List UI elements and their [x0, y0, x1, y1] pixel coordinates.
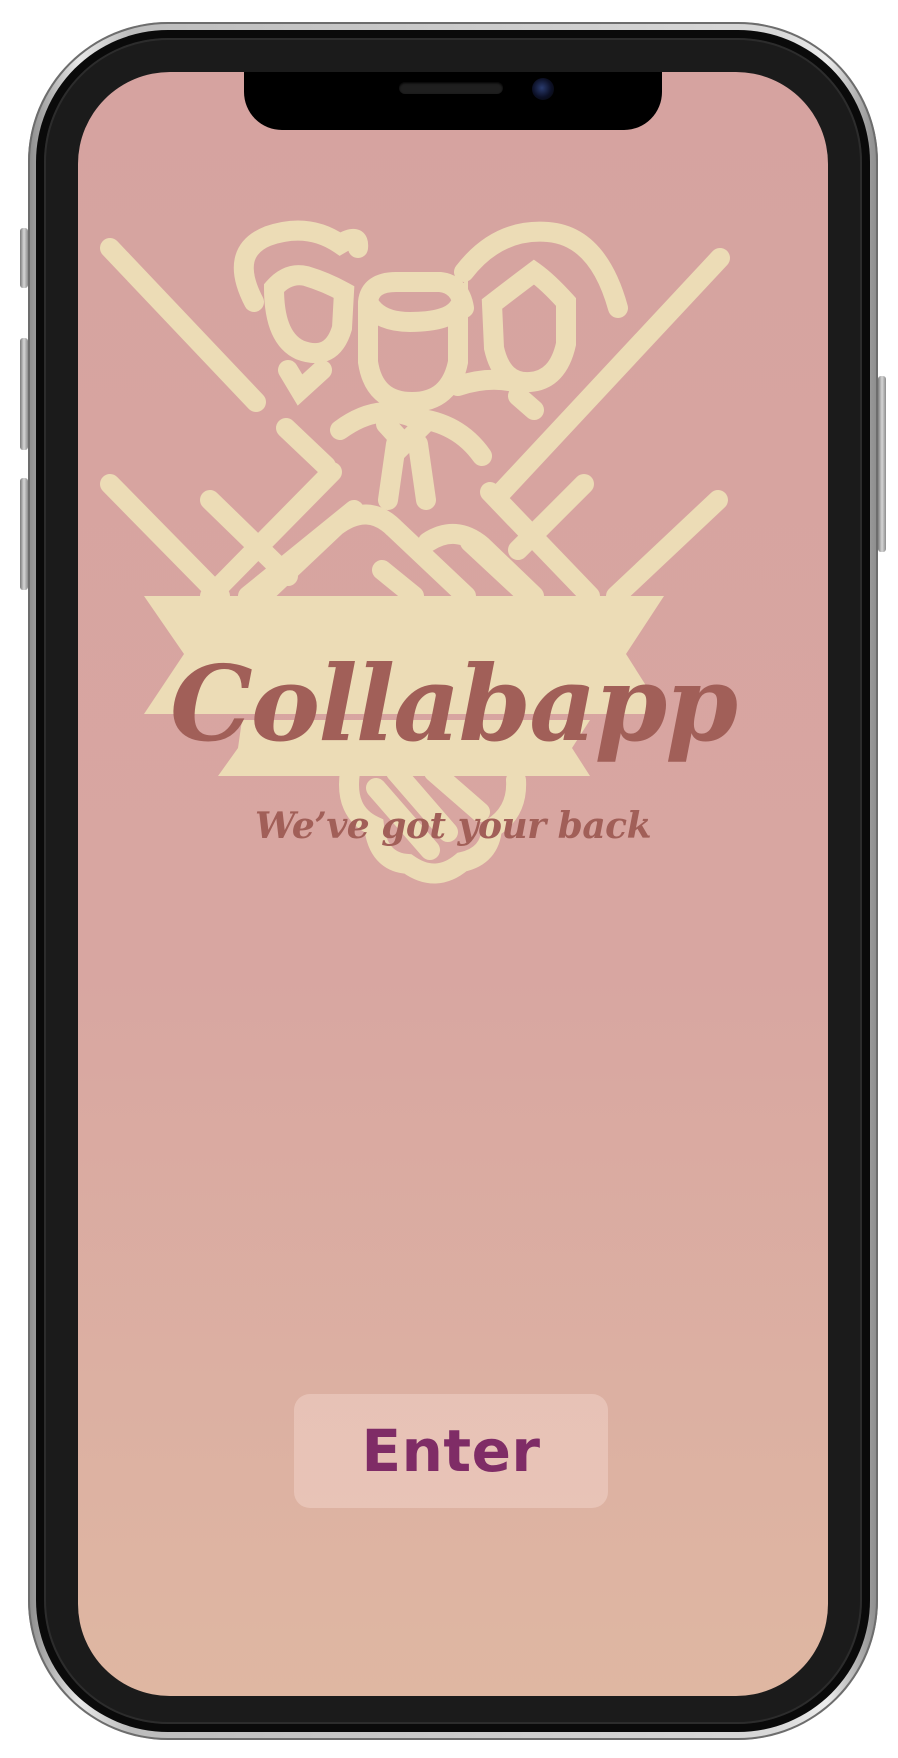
- person-left-face: [263, 265, 355, 364]
- enter-button[interactable]: Enter: [294, 1394, 608, 1508]
- silent-switch: [20, 228, 28, 288]
- device-stage: Collabapp We’ve got your back Enter: [0, 0, 898, 1758]
- person-right-shoulders: [448, 369, 524, 396]
- person-right-neck: [508, 386, 544, 420]
- collabapp-logo: [100, 220, 730, 884]
- person-center-face: [358, 276, 468, 413]
- logo-cream-lines: [100, 220, 730, 884]
- volume-down-button: [20, 478, 28, 590]
- bottom-slash: [372, 560, 424, 606]
- speaker-grille-icon: [399, 82, 503, 94]
- device-notch: [244, 72, 662, 130]
- power-button: [878, 376, 886, 552]
- right-lower-diagonal: [606, 490, 728, 606]
- app-wordmark: Collabapp: [169, 642, 738, 765]
- app-tagline: We’ve got your back: [254, 805, 652, 847]
- center-small-diagonal: [276, 418, 336, 476]
- person-right-face: [481, 259, 576, 393]
- volume-up-button: [20, 338, 28, 450]
- front-camera-icon: [532, 78, 554, 100]
- person-left-neck: [278, 360, 332, 406]
- app-screen: Collabapp We’ve got your back Enter: [78, 72, 828, 1696]
